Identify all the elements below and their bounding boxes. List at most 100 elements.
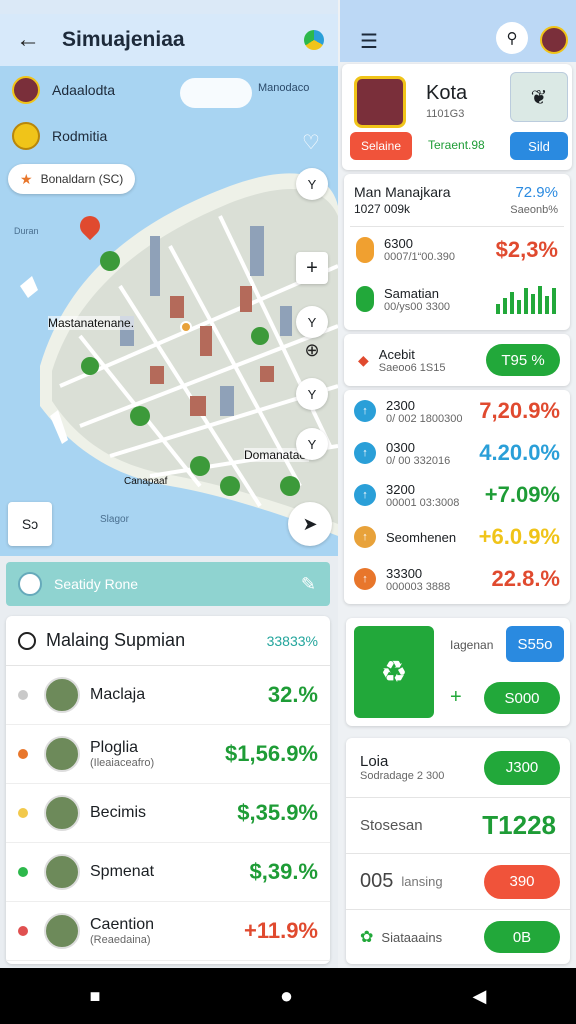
list-item[interactable]: Becimis $,35.9% — [6, 784, 330, 843]
item-value: $,35.9% — [237, 800, 318, 825]
locate-button[interactable]: ➤ — [288, 502, 332, 546]
stat-value: 72.9% — [515, 184, 558, 201]
legend-item-1[interactable]: Adaalodta — [12, 76, 115, 104]
row-text: 6300 0007/1“00.390 — [384, 236, 455, 263]
badge-icon — [12, 122, 40, 150]
map-control-button[interactable]: Y — [296, 168, 328, 200]
menu-icon[interactable]: ☰ — [360, 29, 378, 54]
profile-avatar[interactable] — [540, 26, 568, 54]
metric-value: +7.09% — [484, 482, 560, 507]
edge-label: Duran — [14, 226, 39, 236]
metric-row[interactable]: ↑ 3200 00001 03:3008 +7.09% — [344, 474, 570, 516]
button-label: S000 — [504, 689, 540, 707]
metric-row[interactable]: ↑ 0300 0/ 00 332016 4.20.0% — [344, 432, 570, 474]
promo-top-button[interactable]: S55o — [506, 626, 564, 662]
section-bar[interactable]: Seatidy Rone ✎ — [6, 562, 330, 606]
page-title: Simuajeniaa — [62, 28, 185, 51]
list-card: Malaing Supmian 33833% Maclaja 32.% Plogli… — [6, 616, 330, 964]
chat-icon[interactable]: ✎ — [301, 574, 316, 595]
metric-row[interactable]: ↑ 33300 000003 3888 22.8.% — [344, 558, 570, 600]
row-text: Samatian 00/ys00 3300 — [384, 286, 450, 313]
row-sub: Sodradage 2 300 — [360, 770, 445, 782]
metric-sub: 00001 03:3008 — [386, 496, 460, 509]
action-card[interactable]: ◆ Acebit Saeoo6 1S15 T95 % — [344, 334, 570, 386]
row-label: 6300 — [384, 236, 413, 251]
grid-button[interactable]: ⊕ — [296, 336, 328, 364]
heart-icon[interactable]: ♡ — [302, 130, 320, 155]
leaf-icon: ✿ — [360, 929, 374, 946]
metric-sub: 000003 3888 — [386, 580, 451, 593]
list-value-header: 33833% — [266, 632, 318, 649]
map-view[interactable]: Adaalodta Rodmitia Manodaco ♡ ★ Bonaldar… — [0, 66, 338, 556]
metric-rows: ↑ 2300 0/ 002 1800300 7,20.9% ↑ 0300 0/ 00 332… — [344, 390, 570, 600]
map-control-button[interactable]: Y — [296, 306, 328, 338]
row-label: 005 — [360, 870, 394, 892]
promo-bottom-button[interactable]: S000 — [484, 682, 560, 714]
bottom-row[interactable]: Stosesan T1228 — [346, 798, 570, 854]
metric-row[interactable]: ↑ 2300 0/ 002 1800300 7,20.9% — [344, 390, 570, 432]
district-label: Mastanatenane. — [48, 316, 135, 330]
map-layer-button[interactable]: Sɔ — [8, 502, 52, 546]
button-label: 390 — [509, 873, 535, 890]
secondary-action-button[interactable]: Sild — [510, 132, 568, 160]
location-pin-icon[interactable] — [180, 321, 192, 333]
recent-apps-button[interactable]: ■ — [90, 986, 101, 1007]
list-item[interactable]: Ploglia (Ileaiaceafro) $1,56.9% — [6, 725, 330, 784]
legend-label-1: Adaalodta — [52, 82, 116, 98]
metric-label: 0300 — [386, 439, 415, 455]
metric-row[interactable]: ↑ Seomhenen +6.0.9% — [344, 516, 570, 558]
orange-dot-icon — [356, 236, 374, 263]
list-item[interactable]: Caention (Reaedaina) +11.9% — [6, 902, 330, 961]
control-label: Y — [307, 386, 317, 402]
home-button[interactable]: ● — [280, 983, 293, 1009]
green-dot-icon — [356, 286, 374, 312]
item-name: Maclaja — [90, 686, 146, 703]
app-logo-icon[interactable] — [304, 30, 324, 50]
item-text: Spmenat — [90, 863, 154, 881]
zoom-in-button[interactable]: + — [296, 252, 328, 284]
list-header: Malaing Supmian 33833% — [6, 616, 330, 666]
metric-sub: 0/ 002 1800300 — [386, 412, 463, 425]
row-action-button[interactable]: 0B — [484, 921, 560, 953]
recycle-button[interactable]: ♻ — [354, 626, 434, 718]
list-title: Malaing Supmian — [46, 630, 186, 650]
bottom-row[interactable]: Loia Sodradage 2 300 J300 — [346, 738, 570, 798]
metric-text: 2300 0/ 002 1800300 — [386, 398, 462, 425]
chart-row[interactable]: Samatian 00/ys00 3300 — [350, 274, 564, 324]
row-action-button[interactable]: J300 — [484, 750, 560, 785]
bottom-row[interactable]: 005 lansing 390 — [346, 854, 570, 910]
profile-card: Kota 1101G3 ❦ Selaine Teraent.98 Sild — [342, 64, 572, 170]
crest-icon — [354, 76, 406, 128]
stat-sub: 1027 009k — [354, 202, 411, 216]
stat-value-sub: Saeonb% — [510, 204, 558, 216]
flag-icon: ◆ — [358, 351, 369, 368]
metric-text: 0300 0/ 00 332016 — [386, 440, 450, 467]
legend-item-2[interactable]: Rodmitia — [12, 122, 107, 150]
chart-row[interactable]: 6300 0007/1“00.390 $2,3% — [350, 226, 564, 272]
profile-sub: 1101G3 — [426, 108, 465, 120]
row-label: Siataaains — [381, 929, 443, 945]
location-chip[interactable]: ★ Bonaldarn (SC) — [8, 164, 136, 194]
metric-label: 3200 — [386, 481, 415, 497]
action-button[interactable]: T95 % — [486, 344, 560, 376]
primary-action-button[interactable]: Selaine — [350, 132, 412, 160]
bookmark-button[interactable]: ❦ — [510, 72, 568, 122]
list-item[interactable]: Maclaja 32.% — [6, 666, 330, 725]
row-action-button[interactable]: 390 — [484, 864, 560, 899]
back-button[interactable]: ◀ — [472, 986, 486, 1007]
item-value: $1,56.9% — [225, 741, 318, 766]
map-control-button[interactable]: Y — [296, 428, 328, 460]
back-arrow-icon[interactable]: ← — [16, 26, 40, 54]
list-item[interactable]: Spmenat $,39.% — [6, 843, 330, 902]
right-header: ☰ ⚲ — [340, 0, 576, 62]
metric-label: 33300 — [386, 565, 423, 581]
bottom-row[interactable]: ✿ Siataaains 0B — [346, 910, 570, 964]
metric-dot-icon: ↑ — [354, 568, 376, 590]
map-control-button[interactable]: Y — [296, 378, 328, 410]
search-button[interactable]: ⚲ — [496, 22, 528, 54]
promo-label: Iagenan — [450, 638, 494, 652]
button-label: J300 — [505, 759, 539, 776]
metric-value: +6.0.9% — [478, 524, 560, 549]
metric-label: 2300 — [386, 397, 415, 413]
row-label: Acebit — [378, 346, 415, 362]
